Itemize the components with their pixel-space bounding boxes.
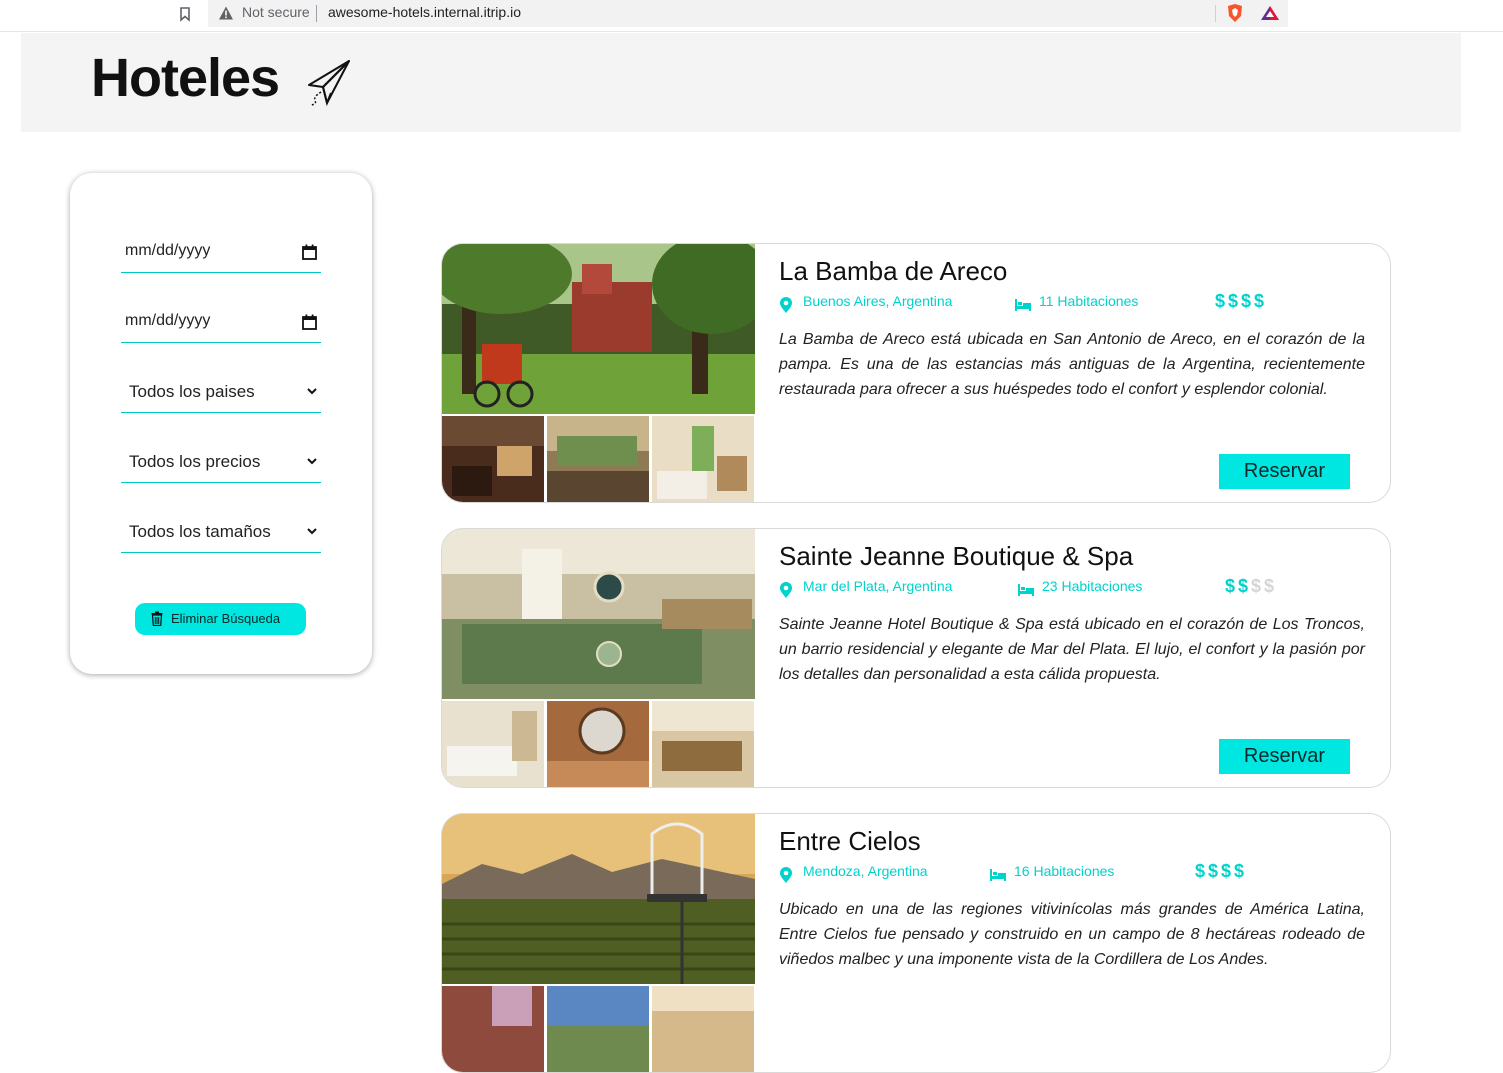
chevron-down-icon — [307, 458, 317, 465]
reserve-button[interactable]: Reservar — [1219, 454, 1350, 489]
price-dollar-filled: $ — [1238, 576, 1252, 596]
filter-panel: mm/dd/yyyy mm/dd/yyyy Todos los paises T… — [70, 173, 372, 674]
location-pin-icon — [780, 867, 792, 883]
price-dollar-filled: $ — [1234, 861, 1248, 881]
site-header: Hoteles — [21, 33, 1461, 132]
price-dollar-filled: $ — [1215, 291, 1229, 311]
hotel-photo-thumb — [547, 701, 649, 787]
hotel-photo-thumb — [547, 986, 649, 1072]
clear-search-button[interactable]: Eliminar Búsqueda — [135, 603, 306, 635]
hotel-card: Sainte Jeanne Boutique & Spa Mar del Pla… — [441, 528, 1391, 788]
hotel-name: Sainte Jeanne Boutique & Spa — [779, 541, 1134, 571]
hotel-description: Sainte Jeanne Hotel Boutique & Spa está … — [779, 616, 1365, 683]
hotel-card: La Bamba de Areco Buenos Aires, Argentin… — [441, 243, 1391, 503]
bed-icon — [1018, 584, 1034, 596]
price-select-value: Todos los precios — [129, 452, 261, 471]
price-dollar-filled: $ — [1228, 291, 1242, 311]
hotel-card: Entre Cielos Mendoza, Argentina 16 Habit… — [441, 813, 1391, 1073]
hotel-location: Mar del Plata, Argentina — [803, 578, 953, 594]
price-dollar-filled: $ — [1254, 291, 1268, 311]
hotel-location: Buenos Aires, Argentina — [803, 293, 953, 309]
price-dollar-filled: $ — [1225, 576, 1239, 596]
hotel-photo-main — [442, 529, 755, 699]
price-rating: $$$$ — [1195, 861, 1247, 882]
hotel-description: La Bamba de Areco está ubicada en San An… — [779, 331, 1365, 398]
brave-rewards-icon[interactable] — [1260, 4, 1280, 22]
location-pin-icon — [780, 582, 792, 598]
country-select[interactable]: Todos los paises — [121, 373, 321, 413]
price-dollar-empty: $ — [1264, 576, 1278, 596]
hotel-rooms: 16 Habitaciones — [1014, 863, 1115, 879]
date-to-placeholder: mm/dd/yyyy — [125, 312, 211, 329]
url-field[interactable]: Not secure awesome-hotels.internal.itrip… — [208, 0, 1288, 27]
paper-plane-icon — [308, 60, 350, 107]
chevron-down-icon — [307, 528, 317, 535]
bed-icon — [1015, 299, 1031, 311]
brave-shield-icon[interactable] — [1226, 3, 1244, 23]
hotel-name: Entre Cielos — [779, 826, 921, 856]
size-select-value: Todos los tamaños — [129, 522, 271, 541]
price-rating: $$$$ — [1215, 291, 1267, 312]
chevron-down-icon — [307, 388, 317, 395]
price-rating: $$$$ — [1225, 576, 1277, 597]
price-dollar-filled: $ — [1221, 861, 1235, 881]
clear-search-label: Eliminar Búsqueda — [171, 611, 281, 626]
price-dollar-empty: $ — [1251, 576, 1265, 596]
calendar-icon[interactable] — [302, 314, 317, 330]
hotel-photo-thumb — [442, 701, 544, 787]
bed-icon — [990, 869, 1006, 881]
price-dollar-filled: $ — [1195, 861, 1209, 881]
trash-icon — [151, 611, 163, 626]
date-to-field[interactable]: mm/dd/yyyy — [121, 303, 321, 343]
hotel-photo-main — [442, 814, 755, 984]
location-pin-icon — [780, 297, 792, 313]
hotel-photo-thumb — [442, 986, 544, 1072]
hotel-description: Ubicado en una de las regiones vitiviníc… — [779, 901, 1365, 968]
date-from-field[interactable]: mm/dd/yyyy — [121, 233, 321, 273]
hotel-photo-thumb — [652, 416, 754, 502]
browser-address-bar: Not secure awesome-hotels.internal.itrip… — [0, 0, 1503, 32]
bookmark-icon[interactable] — [178, 6, 192, 22]
hotel-photo-thumb — [652, 701, 754, 787]
country-select-value: Todos los paises — [129, 382, 255, 401]
url-text[interactable]: awesome-hotels.internal.itrip.io — [328, 4, 521, 20]
url-divider — [316, 5, 317, 22]
calendar-icon[interactable] — [302, 244, 317, 260]
price-select[interactable]: Todos los precios — [121, 443, 321, 483]
page-title: Hoteles — [91, 48, 280, 108]
hotel-name: La Bamba de Areco — [779, 256, 1008, 286]
hotel-photo-thumb — [547, 416, 649, 502]
hotel-rooms: 11 Habitaciones — [1039, 293, 1139, 309]
reserve-button[interactable]: Reservar — [1219, 739, 1350, 774]
price-dollar-filled: $ — [1241, 291, 1255, 311]
warning-icon[interactable] — [218, 5, 234, 21]
hotel-rooms: 23 Habitaciones — [1042, 578, 1143, 594]
hotel-photo-thumb — [442, 416, 544, 502]
date-from-placeholder: mm/dd/yyyy — [125, 242, 211, 259]
size-select[interactable]: Todos los tamaños — [121, 513, 321, 553]
url-divider-right — [1215, 5, 1216, 22]
hotel-location: Mendoza, Argentina — [803, 863, 928, 879]
hotel-photo-main — [442, 244, 755, 414]
hotel-photo-thumb — [652, 986, 754, 1072]
price-dollar-filled: $ — [1208, 861, 1222, 881]
security-label: Not secure — [242, 4, 310, 20]
